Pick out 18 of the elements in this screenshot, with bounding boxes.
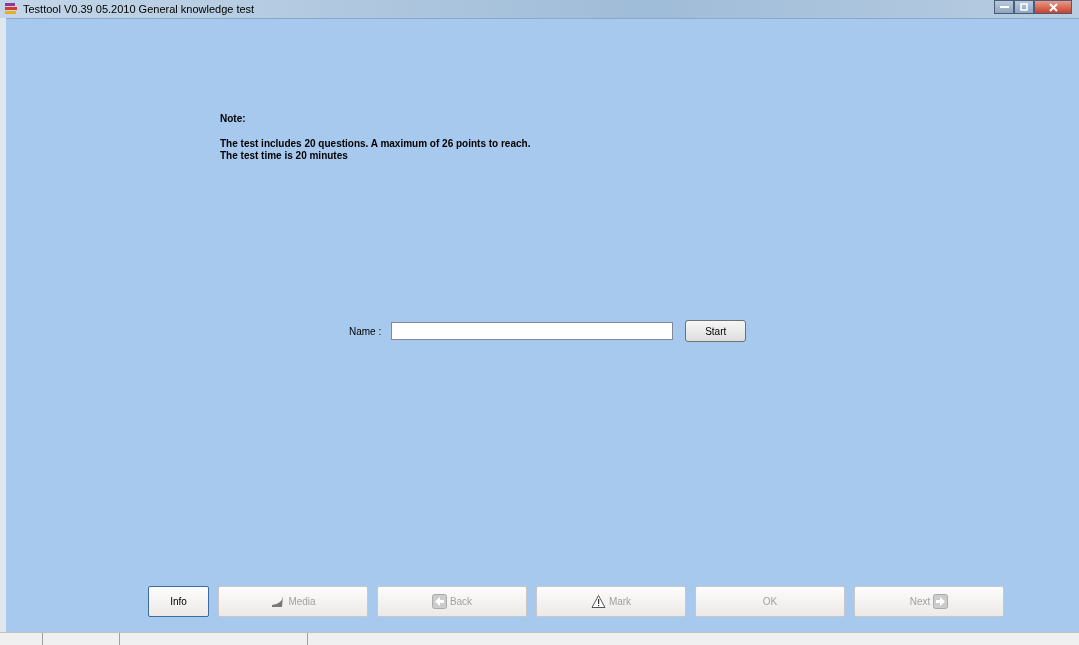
close-button[interactable] [1034,0,1072,14]
toolbar-button[interactable]: Info [148,586,209,617]
book-stack-icon [4,2,18,16]
note-text: The test includes 20 questions. A maximum of 26 points to reach. [220,138,532,150]
close-icon [1048,2,1058,12]
note-text: The test time is 20 minutes [220,150,349,162]
window-title: Testtool V0.39 05.2010 General knowledge test [23,3,255,15]
maximize-button[interactable] [1014,0,1034,14]
note-heading: Note: [220,113,247,124]
minimize-icon [999,5,1009,9]
restore-icon [1020,3,1028,11]
warning-icon [590,594,606,609]
minimize-button[interactable] [994,0,1014,14]
name-input-field[interactable] [391,322,674,340]
left-arrow-icon [431,594,447,609]
right-arrow-icon [933,594,949,609]
name-label: Name : [349,325,382,337]
start-button[interactable]: Start [685,320,747,342]
